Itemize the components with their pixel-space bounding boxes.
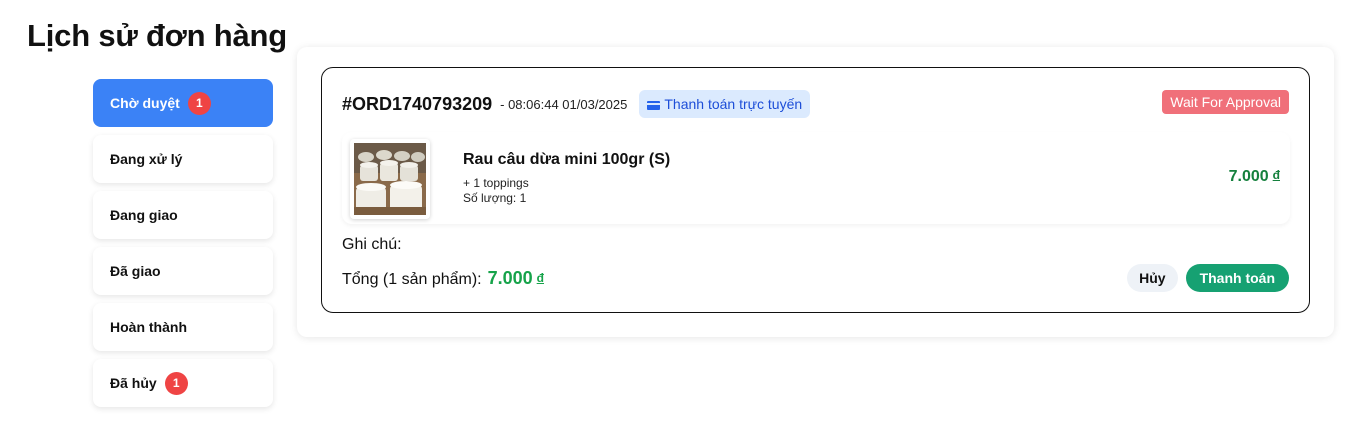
currency-symbol: đ [536, 271, 545, 285]
sidebar-item-label: Đã hủy [110, 375, 157, 391]
order-header: #ORD1740793209 - 08:06:44 01/03/2025 Tha… [342, 90, 811, 118]
credit-card-icon [647, 100, 661, 110]
item-price: 7.000 đ [1229, 168, 1280, 186]
sidebar-item-label: Chờ duyệt [110, 95, 180, 111]
pay-button[interactable]: Thanh toán [1185, 264, 1289, 292]
count-badge: 1 [164, 371, 188, 395]
page-title: Lịch sử đơn hàng [27, 18, 288, 53]
order-total: Tổng (1 sản phẩm): 7.000 đ [342, 268, 544, 289]
product-image [350, 139, 430, 219]
total-amount-value: 7.000 [487, 268, 533, 288]
order-card: #ORD1740793209 - 08:06:44 01/03/2025 Tha… [321, 67, 1310, 313]
total-amount: 7.000 đ [488, 268, 544, 289]
sidebar-item-label: Đang giao [110, 207, 178, 223]
orders-panel: #ORD1740793209 - 08:06:44 01/03/2025 Tha… [297, 47, 1334, 337]
sidebar-item-label: Đang xử lý [110, 151, 183, 167]
count-badge: 1 [187, 91, 211, 115]
product-name: Rau câu dừa mini 100gr (S) [463, 151, 671, 168]
sidebar-item-label: Đã giao [110, 263, 161, 279]
sidebar-item-da-giao[interactable]: Đã giao [93, 247, 273, 295]
payment-method-tag: Thanh toán trực tuyến [639, 90, 811, 118]
total-label: Tổng (1 sản phẩm): [342, 271, 482, 288]
sidebar-item-label: Hoàn thành [110, 319, 187, 335]
order-time: - 08:06:44 01/03/2025 [500, 96, 628, 112]
product-quantity: Số lượng: 1 [463, 191, 527, 205]
product-toppings: + 1 toppings [463, 176, 529, 190]
payment-method-label: Thanh toán trực tuyến [664, 96, 803, 112]
order-actions: Hủy Thanh toán [1127, 264, 1289, 292]
status-badge: Wait For Approval [1162, 90, 1289, 114]
product-photo [354, 143, 426, 215]
cancel-order-button[interactable]: Hủy [1127, 264, 1178, 292]
sidebar-item-da-huy[interactable]: Đã hủy 1 [93, 359, 273, 407]
currency-symbol: đ [1272, 168, 1280, 182]
sidebar-item-hoan-thanh[interactable]: Hoàn thành [93, 303, 273, 351]
order-item: Rau câu dừa mini 100gr (S) + 1 toppings … [342, 132, 1290, 224]
sidebar-item-dang-xu-ly[interactable]: Đang xử lý [93, 135, 273, 183]
order-status-sidebar: Chờ duyệt 1 Đang xử lý Đang giao Đã giao… [93, 79, 273, 415]
sidebar-item-cho-duyet[interactable]: Chờ duyệt 1 [93, 79, 273, 127]
sidebar-item-dang-giao[interactable]: Đang giao [93, 191, 273, 239]
order-note: Ghi chú: [342, 236, 402, 253]
order-id: #ORD1740793209 [342, 93, 493, 114]
item-price-value: 7.000 [1228, 168, 1269, 185]
